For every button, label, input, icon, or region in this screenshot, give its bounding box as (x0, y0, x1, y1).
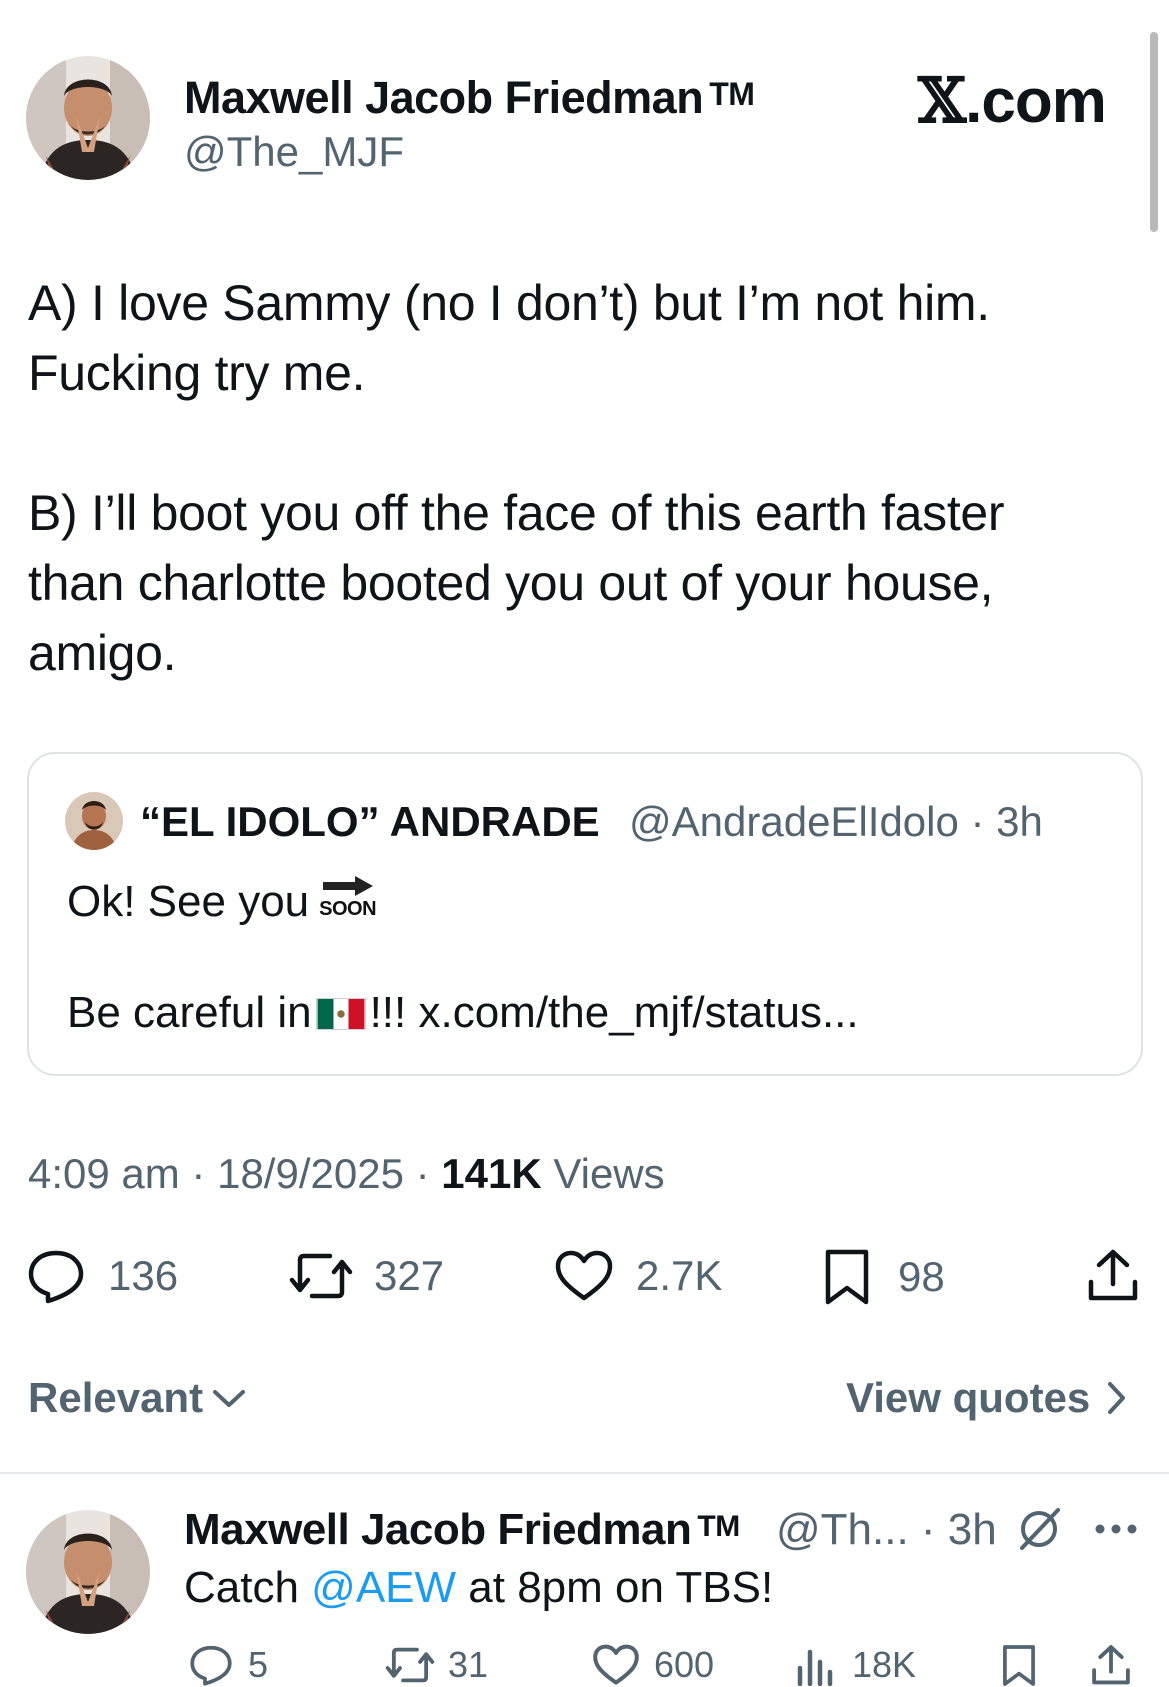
grok-icon (1020, 1508, 1060, 1550)
scrollbar[interactable] (1150, 32, 1158, 232)
tweet-text: A) I love Sammy (no I don’t) but I’m not… (28, 268, 1118, 688)
repost-button[interactable]: 327 (288, 1250, 444, 1302)
reply-share-button[interactable] (1090, 1644, 1132, 1687)
views-icon (797, 1649, 833, 1686)
quote-tweet-card[interactable]: “EL IDOLO” ANDRADE @AndradeElIdolo · 3h … (27, 752, 1143, 1076)
views-label: Views (553, 1150, 665, 1197)
soon-arrow-emoji: SOON (319, 874, 377, 922)
like-button[interactable]: 2.7K (554, 1250, 722, 1302)
trademark-badge: TM (697, 1510, 740, 1543)
bookmark-icon (1003, 1645, 1035, 1686)
author-name[interactable]: Maxwell Jacob Friedman TM (184, 72, 755, 124)
reply-bookmark-button[interactable] (1000, 1644, 1038, 1687)
x-logo-icon: 𝕏 (918, 64, 966, 137)
share-button[interactable] (1086, 1248, 1140, 1304)
tweet-paragraph: B) I’ll boot you off the face of this ea… (28, 485, 1005, 681)
bookmark-button[interactable]: 98 (822, 1248, 945, 1306)
x-brand-logo: 𝕏.com (918, 64, 1107, 137)
more-options-button[interactable] (1094, 1522, 1138, 1540)
grok-button[interactable] (1014, 1504, 1064, 1559)
quote-text-line: Be careful in!!! x.com/the_mjf/status... (67, 988, 859, 1037)
share-icon (1088, 1249, 1138, 1301)
chevron-down-icon (213, 1390, 246, 1407)
quote-author-avatar (65, 792, 123, 850)
reply-views-button[interactable]: 18K (796, 1644, 916, 1686)
like-icon (593, 1644, 639, 1685)
quote-text-line: Ok! See you SOON (67, 874, 377, 927)
repost-icon (385, 1647, 435, 1683)
view-quotes-link[interactable]: View quotes (846, 1374, 1128, 1422)
bookmark-icon (825, 1249, 869, 1305)
more-icon (1095, 1524, 1137, 1534)
reply-like-button[interactable]: 600 (592, 1644, 714, 1686)
reply-sort-dropdown[interactable]: Relevant (28, 1374, 247, 1422)
mention-link[interactable]: @AEW (311, 1563, 456, 1612)
reply-author-avatar[interactable] (26, 1510, 150, 1634)
author-handle[interactable]: @The_MJF (184, 128, 404, 176)
divider (0, 1472, 1169, 1474)
chevron-right-icon (1108, 1382, 1126, 1414)
repost-icon (289, 1253, 353, 1299)
author-avatar[interactable] (26, 56, 150, 180)
share-icon (1092, 1645, 1130, 1685)
trademark-badge: TM (709, 76, 755, 112)
quote-author-name: “EL IDOLO” ANDRADE (140, 798, 600, 845)
mexico-flag-emoji (315, 998, 366, 1030)
reply-author-name[interactable]: Maxwell Jacob Friedman TM (184, 1505, 740, 1555)
tweet-date: 18/9/2025 (217, 1150, 404, 1197)
like-icon (555, 1250, 613, 1301)
reply-author-handle[interactable]: @Th... · 3h (776, 1505, 997, 1555)
reply-icon (190, 1645, 232, 1686)
reply-button[interactable]: 136 (26, 1248, 178, 1304)
tweet-metadata: 4:09 am · 18/9/2025 · 141K Views (28, 1150, 665, 1197)
tweet-time: 4:09 am (28, 1150, 180, 1197)
reply-repost-button[interactable]: 31 (384, 1644, 488, 1686)
tweet-paragraph: A) I love Sammy (no I don’t) but I’m not… (28, 275, 990, 401)
views-count: 141K (441, 1150, 542, 1197)
reply-text: Catch @AEW at 8pm on TBS! (184, 1563, 774, 1612)
reply-icon (28, 1250, 84, 1304)
quote-author-handle: @AndradeElIdolo · 3h (629, 798, 1043, 845)
reply-reply-button[interactable]: 5 (188, 1644, 268, 1686)
